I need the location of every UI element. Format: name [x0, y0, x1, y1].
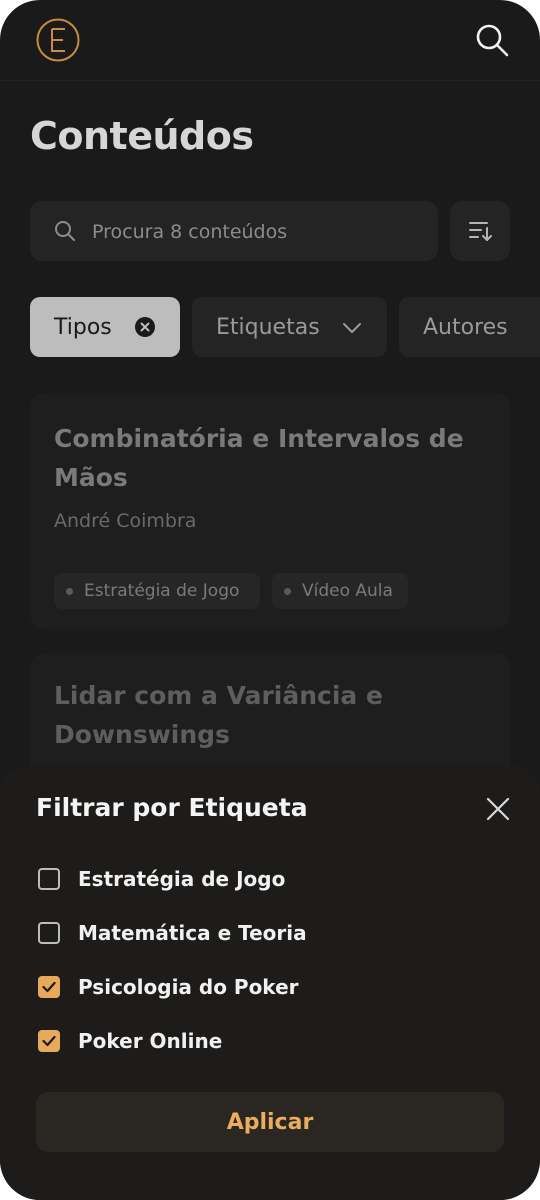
- sort-button[interactable]: [450, 201, 510, 261]
- filter-bottom-sheet: Filtrar por Etiqueta Estratégia de Jogo …: [0, 765, 540, 1200]
- checkbox[interactable]: [38, 868, 60, 890]
- close-icon[interactable]: [484, 795, 512, 823]
- chevron-down-icon: [343, 323, 361, 333]
- card-tag: Estratégia de Jogo: [54, 573, 260, 609]
- checkbox-checked[interactable]: [38, 1030, 60, 1052]
- filter-option-psicologia-do-poker[interactable]: Psicologia do Poker: [38, 973, 458, 1003]
- top-bar: [0, 0, 540, 81]
- clear-circle-icon[interactable]: [134, 316, 156, 338]
- checkbox[interactable]: [38, 922, 60, 944]
- search-field[interactable]: [30, 201, 438, 263]
- sheet-title: Filtrar por Etiqueta: [36, 793, 308, 822]
- sort-descending-icon: [469, 222, 492, 241]
- option-label: Poker Online: [78, 1029, 223, 1053]
- filter-chip-tipos[interactable]: Tipos: [30, 297, 180, 357]
- circle-e-logo-icon[interactable]: [36, 18, 80, 62]
- page-title: Conteúdos: [30, 114, 254, 158]
- search-icon[interactable]: [474, 22, 510, 58]
- filter-chip-label: Autores: [423, 314, 508, 340]
- content-card[interactable]: Combinatória e Intervalos de Mãos André …: [30, 393, 510, 629]
- search-input[interactable]: [90, 201, 424, 263]
- search-input-icon: [55, 221, 75, 241]
- filter-option-estrategia-de-jogo[interactable]: Estratégia de Jogo: [38, 865, 458, 895]
- apply-button[interactable]: Aplicar: [36, 1092, 504, 1152]
- filter-chip-etiquetas[interactable]: Etiquetas: [192, 297, 387, 357]
- check-icon: [42, 1035, 56, 1047]
- option-label: Psicologia do Poker: [78, 975, 299, 999]
- card-title: Lidar com a Variância e Downswings: [54, 681, 383, 749]
- option-label: Estratégia de Jogo: [78, 867, 286, 891]
- card-title: Combinatória e Intervalos de Mãos: [54, 424, 464, 492]
- card-tag: Vídeo Aula: [272, 573, 408, 609]
- filter-option-poker-online[interactable]: Poker Online: [38, 1027, 458, 1057]
- app-screen: Conteúdos Tipos Etiquetas: [0, 0, 540, 1200]
- filter-option-matematica-e-teoria[interactable]: Matemática e Teoria: [38, 919, 458, 949]
- check-icon: [42, 981, 56, 993]
- card-author: André Coimbra: [54, 510, 197, 532]
- filter-chip-label: Etiquetas: [216, 314, 320, 340]
- option-label: Matemática e Teoria: [78, 921, 307, 945]
- filter-chip-autores[interactable]: Autores: [399, 297, 540, 357]
- filter-chip-label: Tipos: [54, 314, 112, 340]
- checkbox-checked[interactable]: [38, 976, 60, 998]
